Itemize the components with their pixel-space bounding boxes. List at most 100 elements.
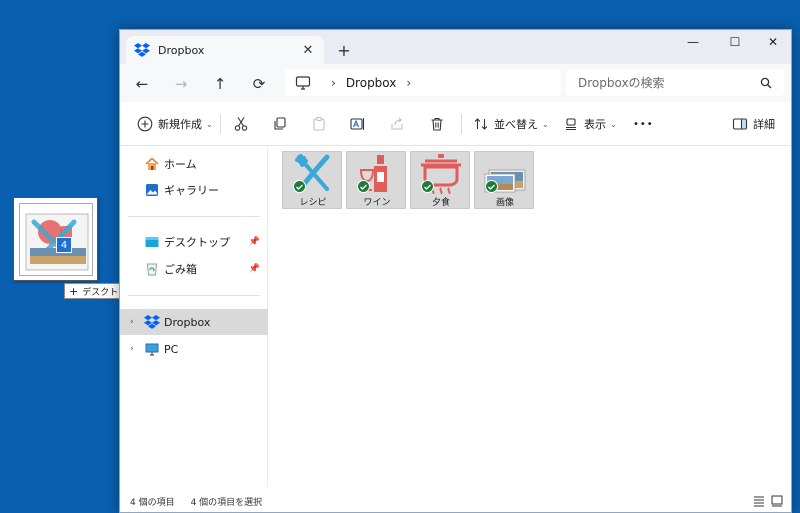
file-name: ワイン <box>363 198 391 208</box>
image-folder-icon <box>484 169 526 193</box>
sidebar-item-label: Dropbox <box>164 315 211 329</box>
drag-thumbnail-stack: 4 <box>19 203 93 276</box>
tab-title: Dropbox <box>158 43 205 57</box>
more-options-button[interactable]: ••• <box>633 102 654 146</box>
plus-icon: + <box>69 284 79 298</box>
trash-icon <box>428 115 446 133</box>
back-arrow-icon[interactable]: ← <box>129 71 155 97</box>
sidebar-item-label: ギャラリー <box>164 184 219 197</box>
copy-button[interactable] <box>271 102 289 146</box>
cut-button[interactable] <box>232 102 250 146</box>
address-row: ← → ↑ ⟳ › Dropbox › Dropboxの検索 <box>120 64 791 102</box>
sort-button[interactable]: 並べ替え ⌄ <box>472 102 549 146</box>
cooking-pot-icon <box>421 154 461 194</box>
sort-button-label: 並べ替え <box>494 118 538 131</box>
paste-button[interactable] <box>310 102 328 146</box>
file-item[interactable]: ワイン <box>346 151 406 209</box>
selected-count: 4 個の項目を選択 <box>190 497 263 508</box>
toolbar-divider <box>461 114 462 134</box>
sidebar-item-gallery[interactable]: ギャラリー <box>120 177 268 203</box>
file-item[interactable]: 夕食 <box>410 151 470 209</box>
chevron-down-icon: ⌄ <box>206 119 213 129</box>
breadcrumb-dropbox[interactable]: Dropbox <box>346 76 397 90</box>
sync-check-icon <box>357 180 370 193</box>
sidebar-item-pc[interactable]: › PC <box>120 336 268 362</box>
dropbox-icon <box>144 314 160 330</box>
new-button-label: 新規作成 <box>158 118 202 131</box>
file-name: 画像 <box>495 198 514 208</box>
details-button[interactable]: 詳細 <box>731 102 775 146</box>
sidebar-item-label: ごみ箱 <box>164 263 197 276</box>
file-item[interactable]: 画像 <box>474 151 534 209</box>
chevron-down-icon: ⌄ <box>610 119 617 129</box>
command-bar: 新規作成 ⌄ 並べ替え ⌄ 表示 ⌄ ••• 詳細 <box>120 102 791 146</box>
pc-icon <box>144 341 160 357</box>
minimize-button[interactable]: — <box>674 30 712 54</box>
plus-circle-icon <box>136 115 154 133</box>
sync-check-icon <box>421 180 434 193</box>
home-icon <box>144 156 160 172</box>
clipboard-icon <box>310 115 328 133</box>
wine-bottle-icon <box>359 155 387 192</box>
drag-ghost: 4 <box>13 197 98 281</box>
pin-icon[interactable]: 📌 <box>249 237 260 247</box>
search-icon <box>760 77 772 88</box>
sidebar-item-home[interactable]: ホーム <box>120 151 268 177</box>
sidebar-item-dropbox[interactable]: › Dropbox <box>120 309 268 335</box>
view-button-label: 表示 <box>584 118 606 131</box>
new-button[interactable]: 新規作成 ⌄ <box>136 102 213 146</box>
rename-button[interactable] <box>349 102 367 146</box>
rename-icon <box>349 115 367 133</box>
title-bar: Dropbox ✕ + — ☐ ✕ <box>120 30 791 64</box>
pin-icon[interactable]: 📌 <box>249 264 260 274</box>
details-view-icon[interactable] <box>753 495 765 510</box>
sync-check-icon <box>293 180 306 193</box>
details-button-label: 詳細 <box>753 118 775 131</box>
chevron-right-icon[interactable]: › <box>130 317 144 327</box>
sidebar-item-label: デスクトップ <box>164 236 230 249</box>
item-count: 4 個の項目 <box>130 497 175 508</box>
share-button[interactable] <box>388 102 406 146</box>
sidebar-item-recycle-bin[interactable]: ごみ箱 📌 <box>120 256 268 282</box>
refresh-icon[interactable]: ⟳ <box>246 71 272 97</box>
file-name: 夕食 <box>431 198 450 208</box>
status-bar: 4 個の項目 4 個の項目を選択 <box>120 488 791 512</box>
search-input[interactable]: Dropboxの検索 <box>566 69 784 96</box>
file-name: レシピ <box>299 198 327 208</box>
maximize-button[interactable]: ☐ <box>716 30 754 54</box>
sync-check-icon <box>485 180 498 193</box>
sidebar-item-label: ホーム <box>164 158 197 171</box>
dropbox-icon <box>134 42 150 58</box>
address-bar[interactable]: › Dropbox › <box>285 69 561 96</box>
copy-icon <box>271 115 289 133</box>
sidebar-divider <box>128 295 260 296</box>
sidebar-item-label: PC <box>164 342 179 356</box>
chevron-right-icon[interactable]: › <box>130 344 144 354</box>
file-view: レシピ ワイン 夕食 画像 <box>269 147 791 487</box>
up-arrow-icon[interactable]: ↑ <box>207 71 233 97</box>
details-pane-icon <box>731 115 749 133</box>
view-button[interactable]: 表示 ⌄ <box>562 102 617 146</box>
tab-dropbox[interactable]: Dropbox ✕ <box>126 36 324 64</box>
delete-button[interactable] <box>428 102 446 146</box>
recycle-bin-icon <box>144 261 160 277</box>
chevron-down-icon: ⌄ <box>542 119 549 129</box>
view-icon <box>562 115 580 133</box>
file-item[interactable]: レシピ <box>282 151 342 209</box>
explorer-window: Dropbox ✕ + — ☐ ✕ ← → ↑ ⟳ › Dropbox › Dr… <box>119 29 792 513</box>
sort-icon <box>472 115 490 133</box>
forward-arrow-icon[interactable]: → <box>168 71 194 97</box>
tab-close-icon[interactable]: ✕ <box>300 42 316 58</box>
computer-icon <box>295 75 311 90</box>
drag-count-badge: 4 <box>56 237 72 253</box>
tiles-view-icon[interactable] <box>771 495 783 510</box>
scissors-icon <box>232 115 250 133</box>
sidebar-divider <box>128 216 260 217</box>
desktop-icon <box>144 234 160 250</box>
new-tab-button[interactable]: + <box>334 40 354 60</box>
chevron-right-icon: › <box>331 75 336 90</box>
gallery-icon <box>144 182 160 198</box>
close-button[interactable]: ✕ <box>754 30 791 54</box>
sidebar-item-desktop[interactable]: デスクトップ 📌 <box>120 229 268 255</box>
chevron-right-icon[interactable]: › <box>406 76 411 90</box>
